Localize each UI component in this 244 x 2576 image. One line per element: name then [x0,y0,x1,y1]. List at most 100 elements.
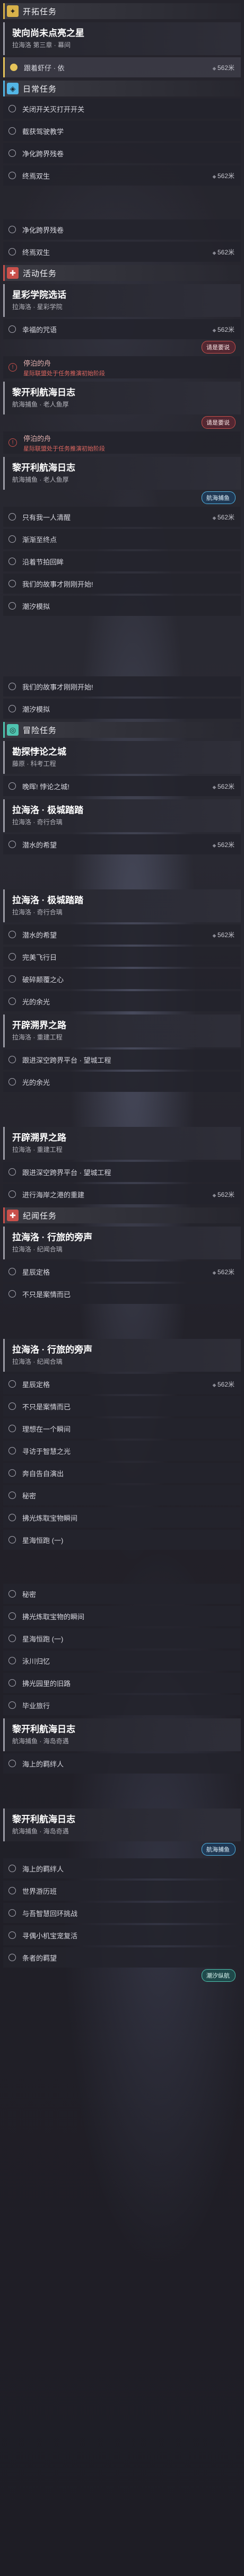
mission-step[interactable]: 晚晖! 悖论之城! 562米 [3,776,241,796]
mission-step[interactable]: 终焉双生 562米 [3,242,241,262]
mission-group[interactable]: 拉海洛 · 行旅的旁声 拉海洛 · 纪闻合璃 [3,1227,241,1259]
mission-step[interactable]: 光的余光 [3,991,241,1011]
mission-step[interactable]: 跟着虾仔 · 依 562米 [3,57,241,77]
mission-title: 黎开利航海日志 [12,463,75,473]
event-badge[interactable]: 请是要说 [202,341,236,354]
mission-step[interactable]: 幸福的咒语 562米 [3,319,241,339]
mission-step[interactable]: 不只是案情而已 [3,1284,241,1304]
mission-step[interactable]: 潮汐模拟 [3,596,241,616]
mission-step[interactable]: 光的余光 [3,1072,241,1092]
mission-step[interactable]: 寻偶小机宝宠复活 [3,1925,241,1945]
mission-group[interactable]: 拉海洛 · 极城踏踏 拉海洛 · 奇行合璃 [3,799,241,832]
mission-step[interactable]: 毕业旅行 [3,1695,241,1715]
mission-group[interactable]: 拉海洛 · 行旅的旁声 拉海洛 · 纪闻合璃 [3,1339,241,1372]
mission-title: 黎开利航海日志 [12,1724,75,1734]
step-marker-icon [10,64,18,71]
mission-step[interactable]: 渐渐至终点 [3,529,241,549]
tide-badge[interactable]: 潮汐纵航 [202,1969,236,1982]
mission-step[interactable]: 拂光炼取宝物的瞬间 [3,1606,241,1626]
mission-step[interactable]: 理想在一个瞬间 [3,1418,241,1439]
mission-step[interactable]: 海上的羁绊人 [3,1858,241,1878]
mission-step[interactable]: 秘密 [3,1485,241,1505]
section-header-trail[interactable]: ◎ 冒险任务 [3,722,241,738]
mission-group[interactable]: 黎开利航海日志 航海捕鱼 · 海岛奇遇 [3,1809,241,1841]
mission-step[interactable]: 奔自告自演出 [3,1463,241,1483]
mission-group[interactable]: 星彩学院选话 拉海洛 · 星彩学院 [3,284,241,317]
event-icon: ✚ [7,267,19,279]
event-badge[interactable]: 请是要说 [202,416,236,429]
mission-group[interactable]: 黎开利航海日志 航海捕鱼 · 老人鱼厚 [3,457,241,490]
fishing-badge[interactable]: 航海捕鱼 [202,1843,236,1856]
mission-step[interactable]: 终焉双生 562米 [3,165,241,186]
step-marker-icon [8,1931,16,1939]
section-header-daily[interactable]: ◈ 日常任务 [3,81,241,96]
mission-group[interactable]: 黎开利航海日志 航海捕鱼 · 老人鱼厚 [3,382,241,414]
mission-step[interactable]: 跟进深空跨界平台 · 望城工程 [3,1162,241,1182]
step-distance: 562米 [213,1267,234,1276]
step-distance: 562米 [213,1380,234,1389]
mission-step[interactable]: 潮汐模拟 [3,699,241,719]
step-distance: 562米 [213,1190,234,1199]
mission-step[interactable]: 我们的故事才刚刚开始! [3,574,241,594]
mission-group[interactable]: 开辟溯界之路 拉海洛 · 重建工程 [3,1014,241,1047]
mission-step[interactable]: 条者的羁望 [3,1947,241,1968]
step-marker-icon [8,1469,16,1477]
mission-step[interactable]: 星辰定格 562米 [3,1374,241,1394]
step-marker-icon [8,1635,16,1642]
mission-step[interactable]: 只有我一人清醒 562米 [3,507,241,527]
section-header-memory[interactable]: ✚ 纪闻任务 [3,1207,241,1223]
mission-step[interactable]: 进行海岸之港的重建 562米 [3,1184,241,1204]
mission-step[interactable]: 星海恒跑 (一) [3,1530,241,1550]
mission-step[interactable]: 拂光炼取宝物瞬间 [3,1507,241,1528]
step-distance: 562米 [213,248,234,257]
step-marker-icon [8,1447,16,1454]
mission-step[interactable]: 潜水的希望 562米 [3,834,241,854]
mission-step[interactable]: 我们的故事才刚刚开始! [3,676,241,696]
mission-group[interactable]: 黎开利航海日志 航海捕鱼 · 海岛奇遇 [3,1718,241,1751]
step-label: 与吾智慧回环挑战 [22,1909,78,1918]
step-marker-icon [8,1954,16,1961]
mission-step[interactable]: 沿着节拍回眸 [3,551,241,571]
step-label: 沿着节拍回眸 [22,558,64,566]
mission-step[interactable]: 净化跨界残卷 [3,143,241,163]
mission-group[interactable]: 驶向尚未点亮之星 拉海洛 第三章 · 幕间 [3,22,241,55]
step-marker-icon [8,1492,16,1499]
mission-step[interactable]: 寻访于智慧之光 [3,1441,241,1461]
mission-step[interactable]: 完美飞行日 [3,947,241,967]
mission-subtitle: 拉海洛 · 重建工程 [12,1146,63,1153]
mission-step[interactable]: 秘密 [3,1584,241,1604]
calendar-icon: ◈ [7,83,19,94]
mission-step[interactable]: 拂光园里的旧路 [3,1673,241,1693]
mission-step[interactable]: 净化跨界残卷 [3,219,241,240]
mission-group[interactable]: 开辟溯界之路 拉海洛 · 重建工程 [3,1127,241,1160]
mission-group[interactable]: 勘探悖论之城 藤原 · 科考工程 [3,741,241,774]
step-label: 寻偶小机宝宠复活 [22,1931,78,1940]
mission-step[interactable]: 关闭开关灭打开开关 [3,99,241,119]
mission-step[interactable]: 破碎颠覆之心 [3,969,241,989]
step-distance: 562米 [213,930,234,939]
mission-step[interactable]: 世界游历班 [3,1881,241,1901]
mission-step[interactable]: 跟进深空跨界平台 · 望城工程 [3,1049,241,1070]
scroll-icon: ✚ [7,1210,19,1221]
mission-step[interactable]: 星辰定格 562米 [3,1261,241,1282]
locked-step[interactable]: ! 停泊的舟 星际联盟处于任务推演初始阶段 [3,431,241,454]
fishing-badge[interactable]: 航海捕鱼 [202,491,236,504]
mission-step[interactable]: 不只是案情而已 [3,1396,241,1416]
section-header-lead[interactable]: ✦ 开拓任务 [3,3,241,19]
step-label: 终焉双生 [22,172,50,180]
mission-step[interactable]: 潜水的希望 562米 [3,924,241,945]
step-label: 渐渐至终点 [22,535,57,544]
mission-step[interactable]: 截获驾驶教学 [3,121,241,141]
mission-group[interactable]: 拉海洛 · 极城踏踏 拉海洛 · 奇行合璃 [3,889,241,922]
mission-subtitle: 拉海洛 第三章 · 幕间 [12,41,71,49]
locked-step[interactable]: ! 停泊的舟 星际联盟处于任务推演初始阶段 [3,356,241,378]
mission-step[interactable]: 星海恒跑 (一) [3,1628,241,1648]
step-marker-icon [8,172,16,179]
mission-step[interactable]: 与吾智慧回环挑战 [3,1903,241,1923]
section-header-event[interactable]: ✚ 活动任务 [3,265,241,281]
mission-step[interactable]: 泳川归忆 [3,1651,241,1671]
step-label: 终焉双生 [22,248,50,257]
mission-step[interactable]: 海上的羁绊人 [3,1753,241,1774]
